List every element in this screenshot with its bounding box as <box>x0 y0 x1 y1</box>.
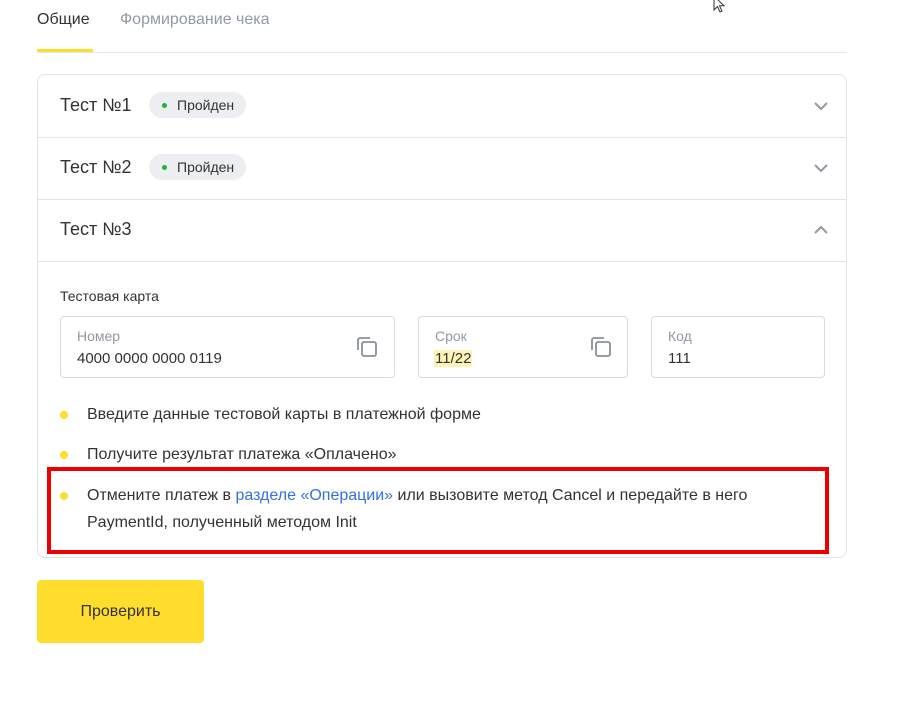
card-expiry-value: 11/22 <box>434 350 473 367</box>
step-text: Получите результат платежа «Оплачено» <box>87 446 397 463</box>
chevron-down-icon[interactable] <box>814 161 828 175</box>
status-badge: Пройден <box>149 92 247 118</box>
test-card-label: Тестовая карта <box>60 288 159 304</box>
copy-icon[interactable] <box>354 334 380 360</box>
tab-receipt[interactable]: Формирование чека <box>120 11 270 29</box>
test-2-title: Тест №2 <box>60 157 132 177</box>
card-expiry-field: Срок 11/22 <box>418 316 628 378</box>
step-text: Введите данные тестовой карты в платежно… <box>87 406 481 423</box>
highlight-frame <box>47 467 829 554</box>
accordion-item-test-1[interactable]: Тест №1 Пройден <box>38 75 846 138</box>
card-number-label: Номер <box>77 328 121 344</box>
card-number-value: 4000 0000 0000 0119 <box>77 350 222 367</box>
card-cvc-value: 111 <box>668 350 691 367</box>
chevron-up-icon[interactable] <box>814 223 828 237</box>
test-3-title: Тест №3 <box>60 219 132 239</box>
accordion-item-test-2[interactable]: Тест №2 Пройден <box>38 137 846 200</box>
bullet-icon <box>60 451 68 459</box>
card-number-field: Номер 4000 0000 0000 0119 <box>60 316 395 378</box>
chevron-down-icon[interactable] <box>814 99 828 113</box>
copy-icon[interactable] <box>588 334 614 360</box>
accordion-item-test-3[interactable]: Тест №3 <box>38 199 846 262</box>
tab-general[interactable]: Общие <box>37 11 90 29</box>
status-badge-label: Пройден <box>177 97 235 113</box>
card-expiry-label: Срок <box>435 328 467 344</box>
bullet-icon <box>60 411 68 419</box>
status-dot-icon <box>162 165 167 170</box>
card-cvc-label: Код <box>668 328 692 344</box>
mouse-cursor-icon <box>713 0 726 13</box>
check-button[interactable]: Проверить <box>37 580 204 643</box>
card-cvc-field: Код 111 <box>651 316 825 378</box>
status-dot-icon <box>162 103 167 108</box>
status-badge-label: Пройден <box>177 159 235 175</box>
status-badge: Пройден <box>149 154 247 180</box>
active-tab-indicator <box>37 49 93 52</box>
test-1-title: Тест №1 <box>60 95 132 115</box>
